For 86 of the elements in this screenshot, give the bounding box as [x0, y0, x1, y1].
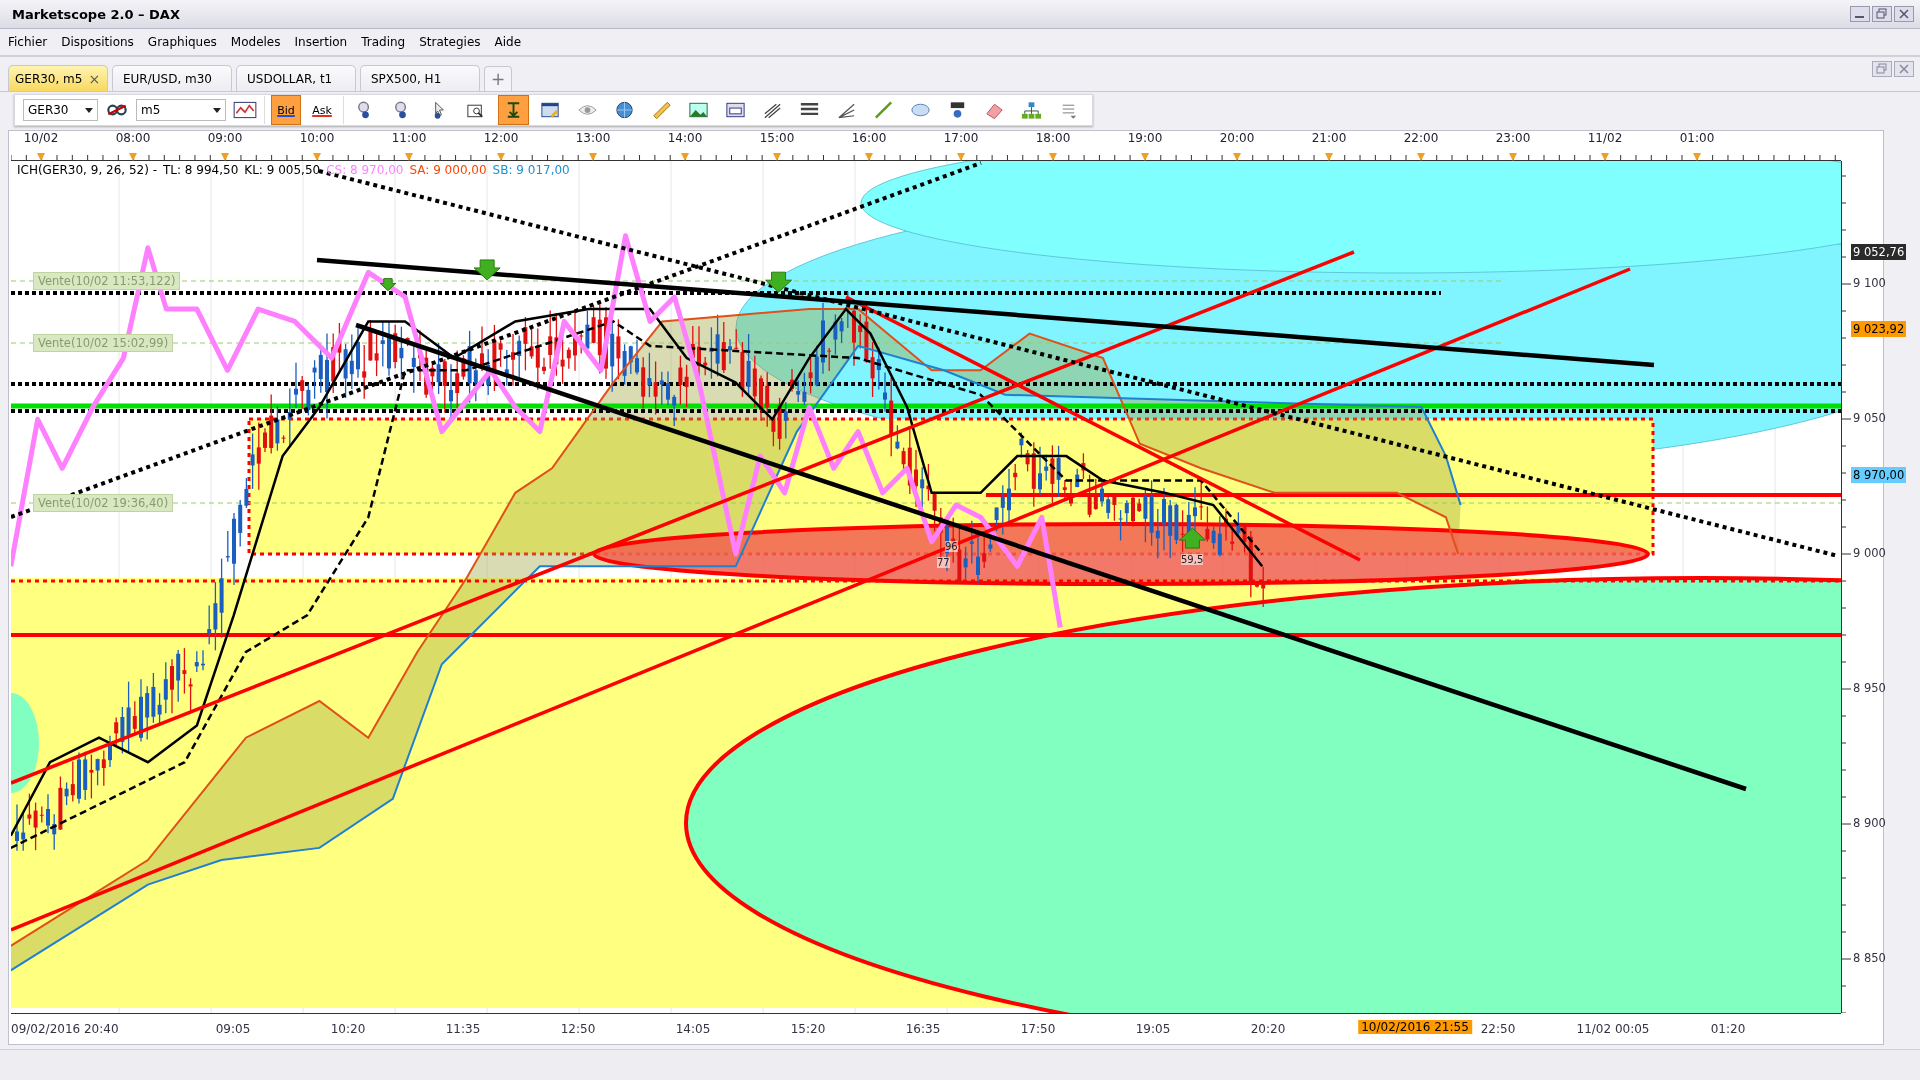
price-axis-label: 9 050 [1853, 411, 1886, 425]
restore-icon[interactable] [1872, 6, 1892, 22]
signal-value: 77 [937, 557, 950, 568]
cursor-time-label: 10/02/2016 21:55 [1358, 1020, 1472, 1034]
time-axis-label: 09/02/2016 20:40 [11, 1022, 119, 1036]
time-axis-label: 11:00 [391, 131, 427, 145]
crosshair-icon[interactable] [498, 95, 529, 125]
signal-value: 96 [945, 541, 958, 552]
chart-tab[interactable]: EUR/USD, m30 [112, 65, 232, 91]
window-title: Marketscope 2.0 – DAX [12, 6, 180, 22]
chart-tab[interactable]: GER30, m5 × [8, 65, 108, 91]
price-tag: 9 023,92 [1851, 321, 1907, 337]
indicator-value: SA: 9 000,00 [409, 163, 487, 177]
chart-tab[interactable]: USDOLLAR, t1 [236, 65, 356, 91]
price-axis-label: 9 100 [1853, 276, 1886, 290]
time-axis-label: 20:20 [1250, 1022, 1286, 1036]
menu-item[interactable]: Insertion [294, 35, 348, 49]
menu-item[interactable]: Dispositions [61, 35, 134, 49]
signal-arrow-icon [379, 278, 397, 292]
close-icon[interactable] [1894, 6, 1914, 22]
time-axis-label: 16:00 [851, 131, 887, 145]
time-axis-label: 22:00 [1403, 131, 1439, 145]
price-axis-label: 9 000 [1853, 546, 1886, 560]
time-axis-label: 11/02 00:05 [1576, 1022, 1650, 1036]
time-axis-label: 17:00 [943, 131, 979, 145]
time-axis-label: 10:00 [299, 131, 335, 145]
sell-order-label: Vente(10/02 15:02,99) [33, 334, 174, 352]
menu-item[interactable]: Fichier [8, 35, 48, 49]
time-axis-label: 08:00 [115, 131, 151, 145]
chart-window-icon[interactable] [232, 99, 258, 121]
price-side-button[interactable]: Ask [307, 95, 337, 125]
price-axis-label: 8 900 [1853, 816, 1886, 830]
time-axis-label: 11:35 [445, 1022, 481, 1036]
dropdown-arrow-icon [85, 107, 93, 113]
signal-value: 59,5 [1181, 554, 1204, 565]
minimize-icon[interactable] [1850, 6, 1870, 22]
time-axis-label: 20:00 [1219, 131, 1255, 145]
time-axis-label: 19:05 [1135, 1022, 1171, 1036]
time-axis-label: 12:00 [483, 131, 519, 145]
indicator-value: SB: 9 017,00 [492, 163, 570, 177]
new-tab-button[interactable]: + [484, 66, 512, 91]
sell-order-label: Vente(10/02 11:53,122) [33, 272, 181, 290]
time-axis-label: 01:20 [1710, 1022, 1746, 1036]
menu-item[interactable]: Modeles [230, 35, 281, 49]
price-tag: 8 970,00 [1851, 467, 1907, 483]
indicator-value: KL: 9 005,50 [244, 163, 321, 177]
price-side-button[interactable]: Bid [271, 95, 301, 125]
time-axis-label: 15:00 [759, 131, 795, 145]
dropdown-arrow-icon [213, 107, 221, 113]
menu-item[interactable]: Trading [361, 35, 406, 49]
time-axis-label: 10:20 [330, 1022, 366, 1036]
time-axis-label: 01:00 [1679, 131, 1715, 145]
time-axis-label: 14:00 [667, 131, 703, 145]
menu-item[interactable]: Graphiques [147, 35, 217, 49]
time-axis-label: 19:00 [1127, 131, 1163, 145]
time-axis-label: 15:20 [790, 1022, 826, 1036]
signal-arrow-icon [473, 259, 501, 281]
time-axis-label: 23:00 [1495, 131, 1531, 145]
price-axis-label: 8 950 [1853, 681, 1886, 695]
signal-arrow-icon [765, 271, 793, 293]
indicator-value: TL: 8 994,50 [163, 163, 239, 177]
tab-close-button[interactable]: × [88, 70, 101, 87]
chart-tab[interactable]: SPX500, H1 [360, 65, 480, 91]
timeframe-dropdown[interactable]: m5 [136, 99, 226, 121]
symbol-dropdown[interactable]: GER30 [23, 99, 98, 121]
menu-item[interactable]: Strategies [419, 35, 481, 49]
indicator-value: CS: 8 970,00 [326, 163, 404, 177]
time-axis-label: 16:35 [905, 1022, 941, 1036]
sell-order-label: Vente(10/02 19:36,40) [33, 494, 174, 512]
indicator-value: ICH(GER30, 9, 26, 52) - [17, 163, 157, 177]
menu-item[interactable]: Aide [494, 35, 522, 49]
time-axis-label: 11/02 [1587, 131, 1623, 145]
time-axis-label: 21:00 [1311, 131, 1347, 145]
close-icon[interactable] [1894, 61, 1914, 77]
time-axis-label: 13:00 [575, 131, 611, 145]
time-axis-label: 22:50 [1480, 1022, 1516, 1036]
time-axis-label: 14:05 [675, 1022, 711, 1036]
time-axis-label: 18:00 [1035, 131, 1071, 145]
time-axis-label: 17:50 [1020, 1022, 1056, 1036]
price-axis-label: 8 850 [1853, 951, 1886, 965]
time-axis-label: 09:00 [207, 131, 243, 145]
time-axis-label: 10/02 [23, 131, 59, 145]
price-tag: 9 052,76 [1851, 244, 1907, 260]
time-axis-label: 09:05 [215, 1022, 251, 1036]
signal-arrow-icon [1178, 527, 1206, 549]
time-axis-label: 12:50 [560, 1022, 596, 1036]
